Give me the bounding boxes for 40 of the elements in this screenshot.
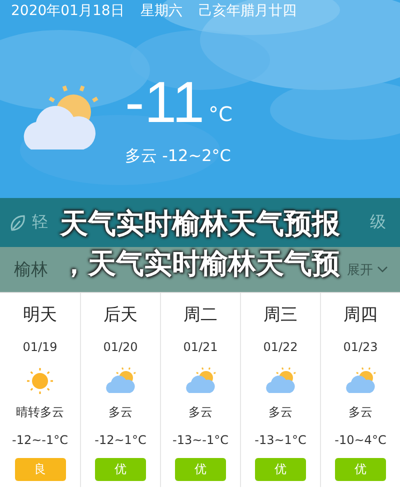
expand-toggle[interactable]: 展开 bbox=[347, 260, 388, 278]
temperature-range: -13~1°C bbox=[254, 433, 306, 447]
temperature-range: -10~4°C bbox=[334, 433, 386, 447]
day-name: 周三 bbox=[264, 304, 298, 326]
lunar-date-text: 己亥年腊月廿四 bbox=[198, 2, 296, 20]
weather-summary: 多云 -12~2°C bbox=[125, 146, 232, 167]
day-date: 01/23 bbox=[343, 340, 378, 354]
weather-description: 多云 bbox=[348, 404, 372, 421]
weekday-text: 星期六 bbox=[140, 2, 182, 20]
date-text: 2020年01月18日 bbox=[11, 2, 124, 20]
air-quality-label: 轻 bbox=[32, 212, 48, 233]
chevron-down-icon bbox=[377, 266, 388, 273]
overlay-title: 天气实时榆林天气预报 bbox=[60, 206, 340, 242]
weather-description: 晴转多云 bbox=[16, 404, 64, 421]
leaf-icon bbox=[10, 214, 26, 232]
day-date: 01/21 bbox=[183, 340, 218, 354]
forecast-title: 榆林 bbox=[14, 259, 48, 281]
day-date: 01/19 bbox=[22, 340, 58, 354]
air-quality-badge: 优 bbox=[175, 458, 226, 481]
day-date: 01/20 bbox=[103, 340, 138, 354]
sun-icon bbox=[25, 366, 55, 396]
day-name: 周二 bbox=[184, 304, 218, 326]
day-name: 明天 bbox=[23, 304, 57, 326]
air-quality-level: 级 bbox=[370, 212, 386, 233]
temperature-range: -12~1°C bbox=[94, 433, 146, 447]
day-name: 后天 bbox=[104, 304, 138, 326]
air-quality-badge: 良 bbox=[14, 458, 66, 481]
temperature-unit: °C bbox=[208, 102, 232, 126]
weather-description: 多云 bbox=[108, 404, 132, 421]
weather-description: 多云 bbox=[268, 404, 292, 421]
temperature-range: -13~-1°C bbox=[172, 433, 228, 447]
air-quality-badge: 优 bbox=[335, 458, 386, 481]
temperature-range: -12~-1°C bbox=[12, 433, 68, 447]
air-quality-badge: 优 bbox=[95, 458, 146, 481]
air-quality-badge: 优 bbox=[255, 458, 306, 481]
day-date: 01/22 bbox=[263, 340, 298, 354]
current-temperature: -11 bbox=[125, 74, 205, 132]
weather-description: 多云 bbox=[188, 404, 212, 421]
overlay-title: ，天气实时榆林天气预 bbox=[60, 246, 340, 282]
day-name: 周四 bbox=[344, 304, 378, 326]
